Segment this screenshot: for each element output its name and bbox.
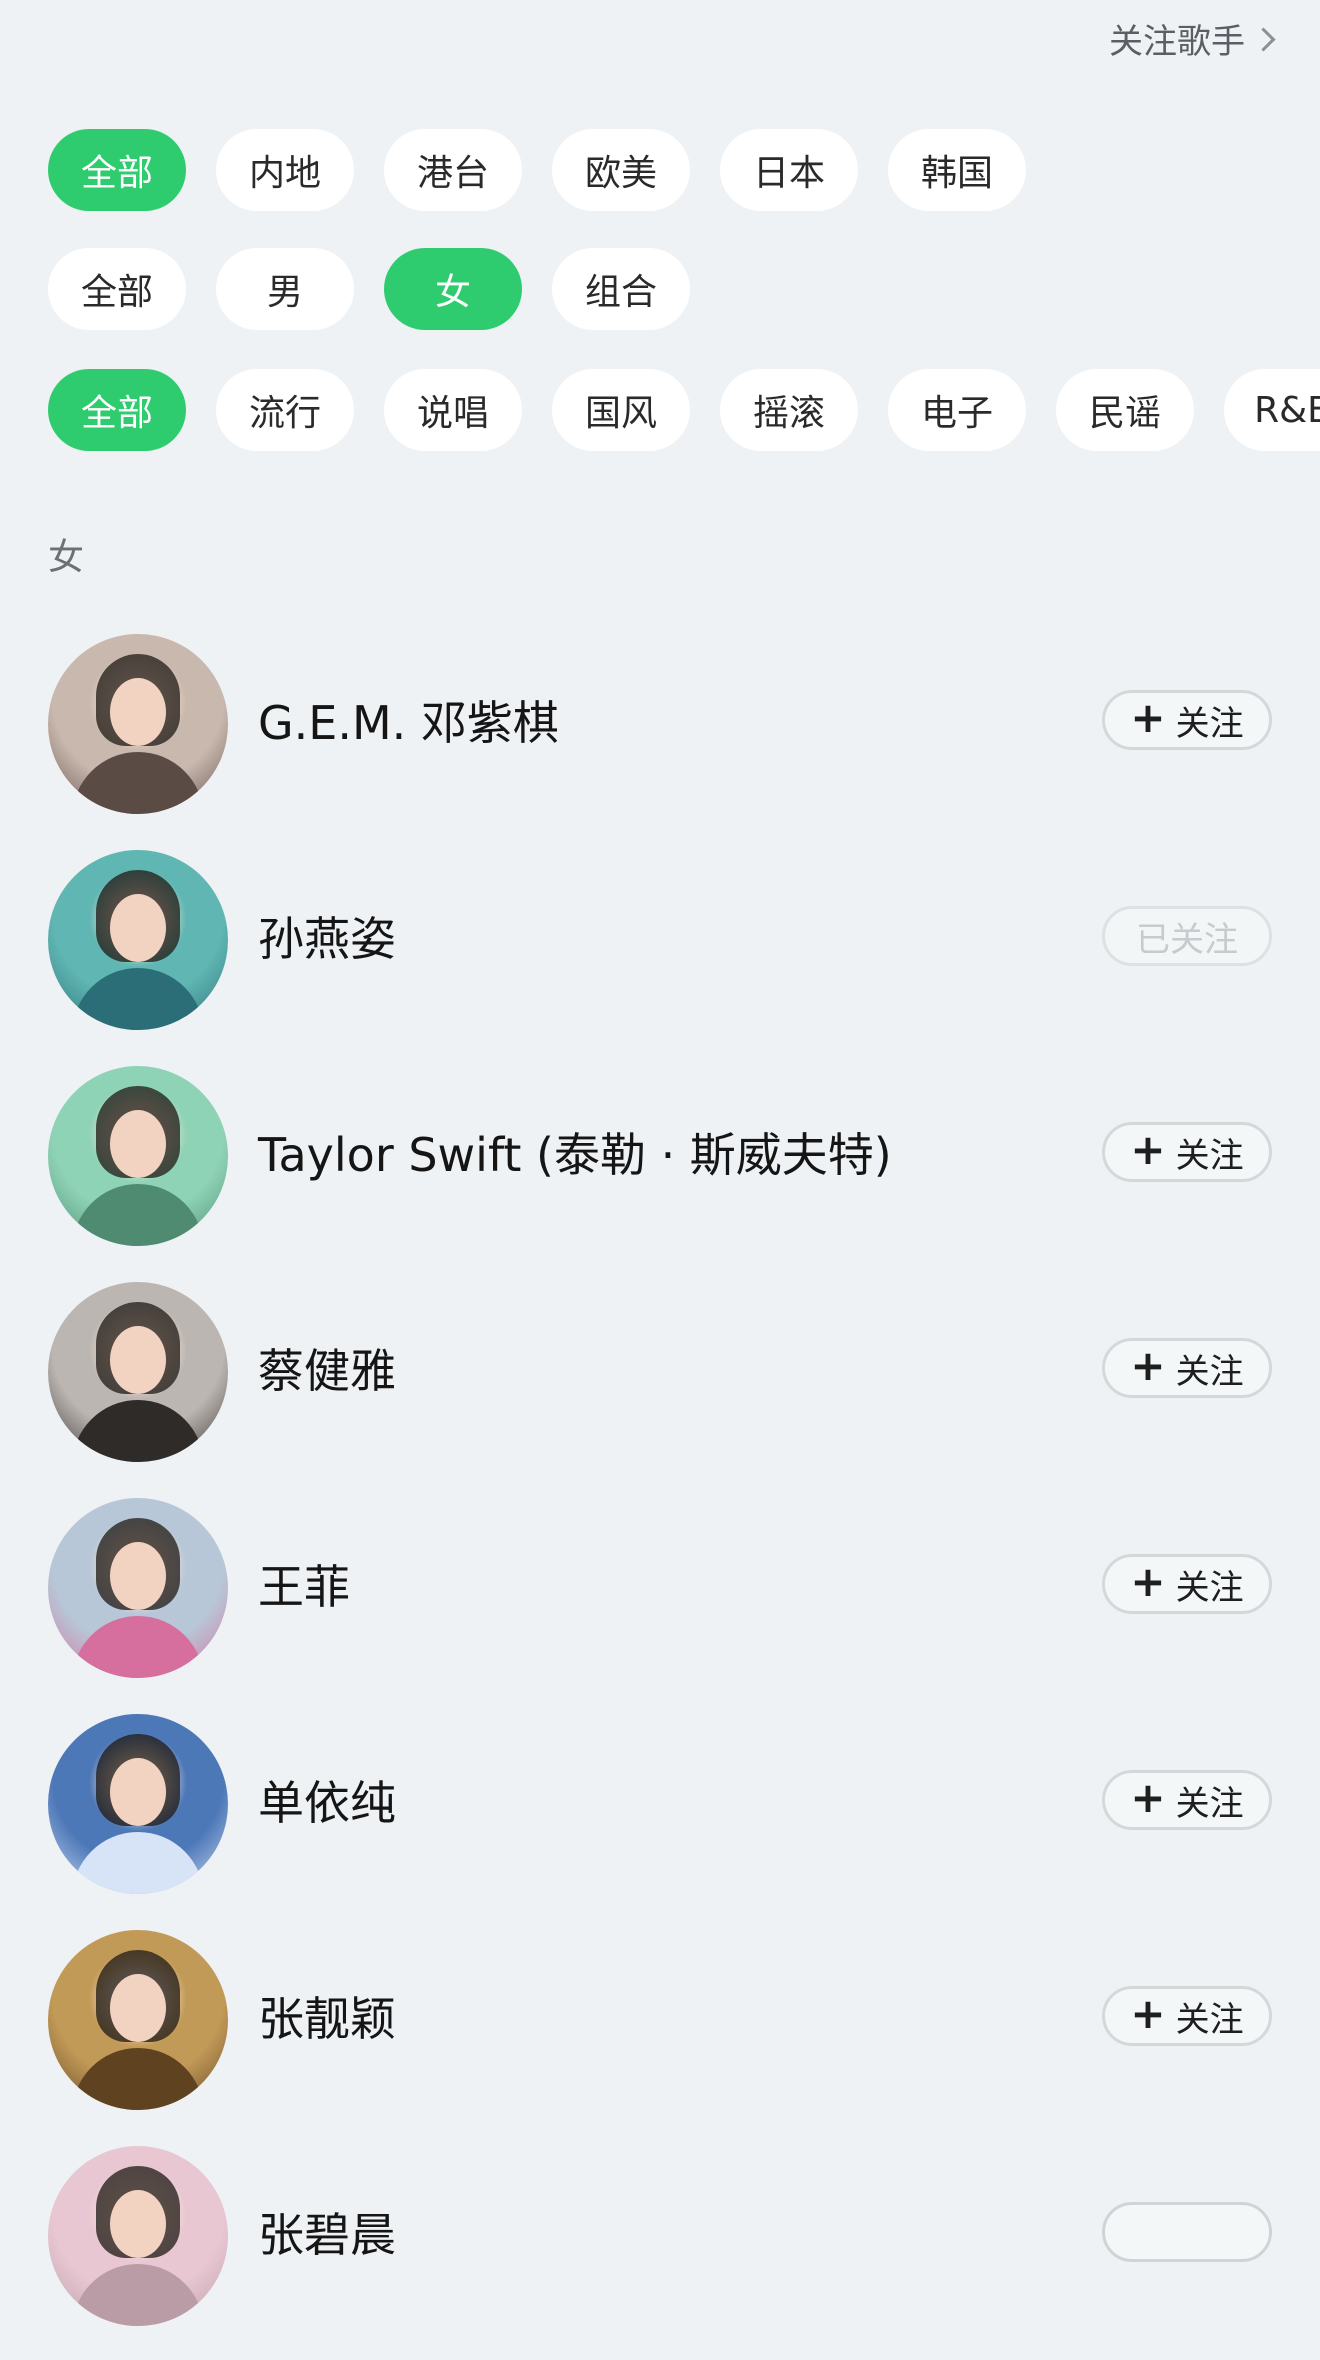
artist-name[interactable]: 王菲 — [258, 1550, 350, 1624]
genre-chip[interactable]: R&B — [1224, 369, 1320, 451]
artist-name[interactable]: G.E.M. 邓紫棋 — [258, 686, 559, 760]
artist-row[interactable]: 张碧晨 — [0, 2144, 1320, 2360]
artist-row[interactable]: 王菲 + 关注 — [0, 1496, 1320, 1712]
region-chip[interactable]: 欧美 — [552, 129, 690, 211]
artist-row[interactable]: 孙燕姿 已关注 — [0, 848, 1320, 1064]
follow-button-label: 关注 — [1175, 1783, 1244, 1824]
genre-filter-row: 全部 流行 说唱 国风 摇滚 电子 民谣 R&B — [48, 369, 1320, 451]
region-chip[interactable]: 日本 — [720, 129, 858, 211]
region-chip[interactable]: 韩国 — [888, 129, 1026, 211]
avatar-face — [110, 1758, 166, 1826]
follow-button[interactable]: + 关注 — [1102, 1554, 1272, 1614]
following-button[interactable]: 已关注 — [1102, 906, 1272, 966]
avatar-face — [110, 1542, 166, 1610]
follow-button[interactable]: + 关注 — [1102, 1770, 1272, 1830]
artist-avatar[interactable] — [48, 850, 228, 1030]
genre-chip[interactable]: 说唱 — [384, 369, 522, 451]
follow-button-label: 关注 — [1175, 1999, 1244, 2040]
artist-name[interactable]: 蔡健雅 — [258, 1334, 396, 1408]
genre-chip[interactable]: 国风 — [552, 369, 690, 451]
avatar-face — [110, 1110, 166, 1178]
avatar-face — [110, 2190, 166, 2258]
plus-icon: + — [1130, 693, 1166, 742]
follow-button[interactable]: + 关注 — [1102, 1986, 1272, 2046]
region-chip[interactable]: 内地 — [216, 129, 354, 211]
plus-icon: + — [1130, 1125, 1166, 1174]
genre-chip[interactable]: 摇滚 — [720, 369, 858, 451]
artist-avatar[interactable] — [48, 1930, 228, 2110]
plus-icon: + — [1130, 1773, 1166, 1822]
chevron-right-icon — [1251, 27, 1276, 52]
follow-button[interactable] — [1102, 2202, 1272, 2262]
gender-chip[interactable]: 全部 — [48, 248, 186, 330]
artist-avatar[interactable] — [48, 1714, 228, 1894]
region-chip[interactable]: 港台 — [384, 129, 522, 211]
plus-icon: + — [1130, 1557, 1166, 1606]
artist-row[interactable]: G.E.M. 邓紫棋 + 关注 — [0, 632, 1320, 848]
follow-button-label: 已关注 — [1136, 919, 1238, 960]
artist-row[interactable]: Taylor Swift (泰勒 · 斯威夫特) + 关注 — [0, 1064, 1320, 1280]
artist-name[interactable]: Taylor Swift (泰勒 · 斯威夫特) — [258, 1118, 892, 1192]
section-label: 女 — [48, 537, 85, 578]
gender-chip[interactable]: 男 — [216, 248, 354, 330]
follow-button-label: 关注 — [1175, 703, 1244, 744]
genre-chip[interactable]: 电子 — [888, 369, 1026, 451]
gender-chip[interactable]: 女 — [384, 248, 522, 330]
plus-icon: + — [1130, 1341, 1166, 1390]
follow-button[interactable]: + 关注 — [1102, 690, 1272, 750]
artist-name[interactable]: 张靓颖 — [258, 1982, 396, 2056]
artist-avatar[interactable] — [48, 1282, 228, 1462]
region-filter-row: 全部 内地 港台 欧美 日本 韩国 — [48, 129, 1026, 211]
follow-singers-link[interactable]: 关注歌手 — [1109, 14, 1276, 63]
gender-chip[interactable]: 组合 — [552, 248, 690, 330]
follow-button-label: 关注 — [1175, 1135, 1244, 1176]
artist-list: G.E.M. 邓紫棋 + 关注 孙燕姿 已关注 Taylor Swift (泰勒… — [0, 632, 1320, 2360]
avatar-face — [110, 1974, 166, 2042]
genre-chip[interactable]: 流行 — [216, 369, 354, 451]
avatar-face — [110, 678, 166, 746]
gender-filter-row: 全部 男 女 组合 — [48, 248, 690, 330]
artist-row[interactable]: 张靓颖 + 关注 — [0, 1928, 1320, 2144]
follow-button-label: 关注 — [1175, 1567, 1244, 1608]
artist-avatar[interactable] — [48, 1498, 228, 1678]
follow-button[interactable]: + 关注 — [1102, 1338, 1272, 1398]
artist-row[interactable]: 蔡健雅 + 关注 — [0, 1280, 1320, 1496]
plus-icon: + — [1130, 1989, 1166, 2038]
artist-avatar[interactable] — [48, 634, 228, 814]
genre-chip[interactable]: 全部 — [48, 369, 186, 451]
follow-button[interactable]: + 关注 — [1102, 1122, 1272, 1182]
genre-chip[interactable]: 民谣 — [1056, 369, 1194, 451]
follow-singers-label: 关注歌手 — [1109, 22, 1245, 62]
artist-row[interactable]: 单依纯 + 关注 — [0, 1712, 1320, 1928]
follow-button-label: 关注 — [1175, 1351, 1244, 1392]
artist-avatar[interactable] — [48, 2146, 228, 2326]
avatar-face — [110, 1326, 166, 1394]
artist-avatar[interactable] — [48, 1066, 228, 1246]
artist-name[interactable]: 孙燕姿 — [258, 902, 396, 976]
region-chip[interactable]: 全部 — [48, 129, 186, 211]
artist-name[interactable]: 张碧晨 — [258, 2198, 396, 2272]
avatar-face — [110, 894, 166, 962]
artist-name[interactable]: 单依纯 — [258, 1766, 396, 1840]
